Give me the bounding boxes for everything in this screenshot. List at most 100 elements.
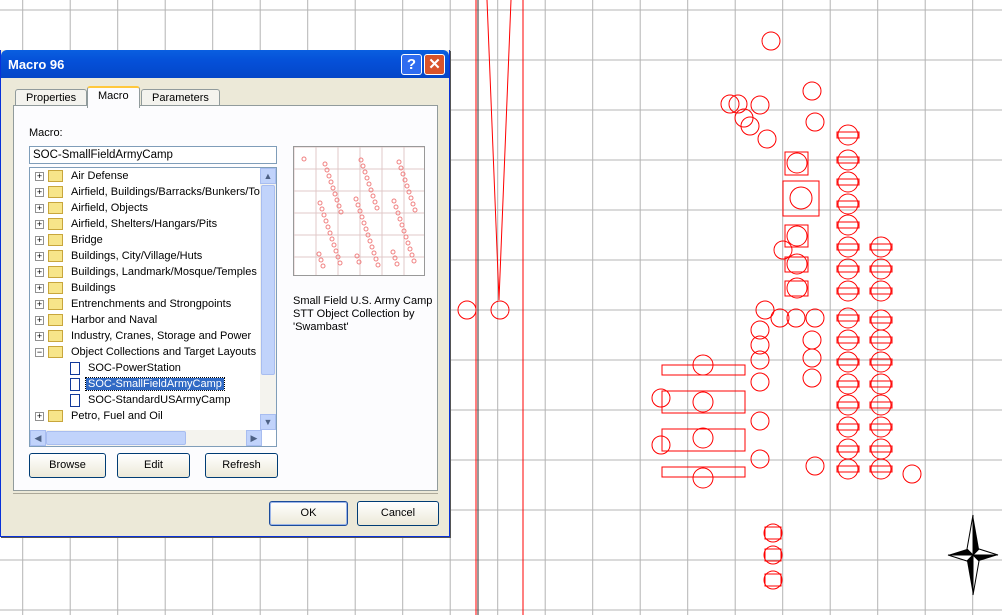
object-rect	[784, 224, 809, 248]
object-marker	[870, 458, 892, 480]
object-rect	[869, 336, 893, 344]
object-rect	[784, 151, 809, 176]
object-marker	[786, 225, 808, 247]
preview-marker	[373, 256, 379, 262]
folder-icon	[48, 346, 63, 358]
expand-icon[interactable]: +	[35, 219, 44, 229]
hscroll-thumb[interactable]	[46, 431, 186, 445]
preview-marker	[355, 202, 361, 208]
object-marker	[786, 152, 808, 174]
preview-marker	[405, 240, 411, 246]
object-marker	[837, 258, 859, 280]
preview-marker	[353, 196, 359, 202]
expand-icon[interactable]: +	[35, 299, 44, 309]
tree-item[interactable]: + Harbor and Naval	[30, 312, 159, 328]
folder-icon	[48, 250, 63, 262]
object-rect	[836, 401, 860, 409]
tree-item[interactable]: + Petro, Fuel and Oil	[30, 408, 165, 424]
macro-dialog: Macro 96 ? ✕ Properties Macro Parameters…	[0, 50, 450, 537]
tree-item[interactable]: + Airfield, Objects	[30, 200, 150, 216]
preview-marker	[371, 250, 377, 256]
scroll-down-icon[interactable]: ▼	[260, 414, 276, 430]
help-button[interactable]: ?	[401, 54, 422, 75]
folder-icon	[48, 314, 63, 326]
tab-macro[interactable]: Macro	[87, 86, 140, 108]
tree-item[interactable]: + Industry, Cranes, Storage and Power	[30, 328, 253, 344]
preview-marker	[331, 242, 337, 248]
object-marker	[870, 373, 892, 395]
preview-marker	[360, 163, 366, 169]
expand-icon[interactable]: +	[35, 251, 44, 261]
expand-icon[interactable]: +	[35, 331, 44, 341]
tree-item-label: Airfield, Buildings/Barracks/Bunkers/Tow…	[71, 186, 277, 198]
divider	[13, 493, 438, 494]
object-marker	[802, 348, 822, 368]
object-marker	[837, 280, 859, 302]
preview-marker	[372, 199, 378, 205]
dialog-title: Macro 96	[1, 50, 449, 78]
tree-item[interactable]: + Airfield, Buildings/Barracks/Bunkers/To…	[30, 184, 277, 200]
scroll-right-icon[interactable]: ▶	[246, 430, 262, 446]
tree-item[interactable]: + Airfield, Shelters/Hangars/Pits	[30, 216, 219, 232]
collapse-icon[interactable]: −	[35, 347, 44, 357]
expand-icon[interactable]: +	[35, 411, 44, 421]
vertical-scrollbar[interactable]: ▲ ▼	[260, 168, 276, 430]
object-rect	[836, 336, 860, 344]
runway-line	[486, 0, 512, 301]
edit-button[interactable]: Edit	[117, 453, 190, 478]
tree-item[interactable]: + Air Defense	[30, 168, 130, 184]
macro-tree[interactable]: + Petro, Fuel and Oil SOC-StandardUSArmyCa…	[29, 167, 277, 447]
macro-description: Small Field U.S. Army Camp STT Object Co…	[293, 295, 433, 333]
object-marker	[750, 411, 770, 431]
folder-icon	[48, 330, 63, 342]
object-marker	[837, 394, 859, 416]
browse-button[interactable]: Browse	[29, 453, 106, 478]
tree-item[interactable]: SOC-SmallFieldArmyCamp	[30, 376, 225, 392]
tree-item[interactable]: + Buildings, Landmark/Mosque/Temples	[30, 264, 259, 280]
scroll-thumb[interactable]	[261, 185, 275, 375]
object-marker	[651, 435, 671, 455]
macro-input[interactable]: SOC-SmallFieldArmyCamp	[29, 146, 277, 164]
expand-icon[interactable]: +	[35, 235, 44, 245]
tree-item[interactable]: + Buildings, City/Village/Huts	[30, 248, 204, 264]
tree-item-label: SOC-PowerStation	[88, 362, 181, 374]
scroll-up-icon[interactable]: ▲	[260, 168, 276, 184]
tree-item-label: SOC-StandardUSArmyCamp	[88, 394, 231, 406]
preview-marker	[329, 236, 335, 242]
expand-icon[interactable]: +	[35, 187, 44, 197]
preview-marker	[320, 263, 326, 269]
tree-item[interactable]: SOC-StandardUSArmyCamp	[30, 392, 232, 408]
tree-item[interactable]: + Bridge	[30, 232, 105, 248]
tree-item-label: Industry, Cranes, Storage and Power	[71, 330, 252, 342]
expand-icon[interactable]: +	[35, 267, 44, 277]
preview-marker	[409, 252, 415, 258]
expand-icon[interactable]: +	[35, 283, 44, 293]
expand-icon[interactable]: +	[35, 315, 44, 325]
cancel-button[interactable]: Cancel	[357, 501, 439, 526]
expand-icon[interactable]: +	[35, 171, 44, 181]
object-rect	[836, 265, 860, 273]
tree-item[interactable]: − Object Collections and Target Layouts	[30, 344, 258, 360]
tree-item[interactable]: SOC-PowerStation	[30, 360, 183, 376]
preview-marker	[375, 262, 381, 268]
refresh-button[interactable]: Refresh	[205, 453, 278, 478]
tree-item-label: Bridge	[71, 234, 103, 246]
object-rect	[836, 221, 860, 229]
expand-icon[interactable]: +	[35, 203, 44, 213]
preview-marker	[404, 183, 410, 189]
object-rect	[661, 364, 746, 376]
folder-icon	[48, 186, 63, 198]
object-marker	[837, 329, 859, 351]
object-marker	[734, 108, 754, 128]
object-marker	[692, 427, 714, 449]
preview-marker	[410, 201, 416, 207]
ok-button[interactable]: OK	[269, 501, 348, 526]
object-marker	[902, 464, 922, 484]
preview-marker	[411, 258, 417, 264]
scroll-left-icon[interactable]: ◀	[30, 430, 46, 446]
document-icon	[70, 361, 80, 375]
close-button[interactable]: ✕	[424, 54, 445, 75]
tree-item[interactable]: + Buildings	[30, 280, 118, 296]
tree-item[interactable]: + Entrenchments and Strongpoints	[30, 296, 233, 312]
horizontal-scrollbar[interactable]: ◀ ▶	[30, 430, 262, 446]
